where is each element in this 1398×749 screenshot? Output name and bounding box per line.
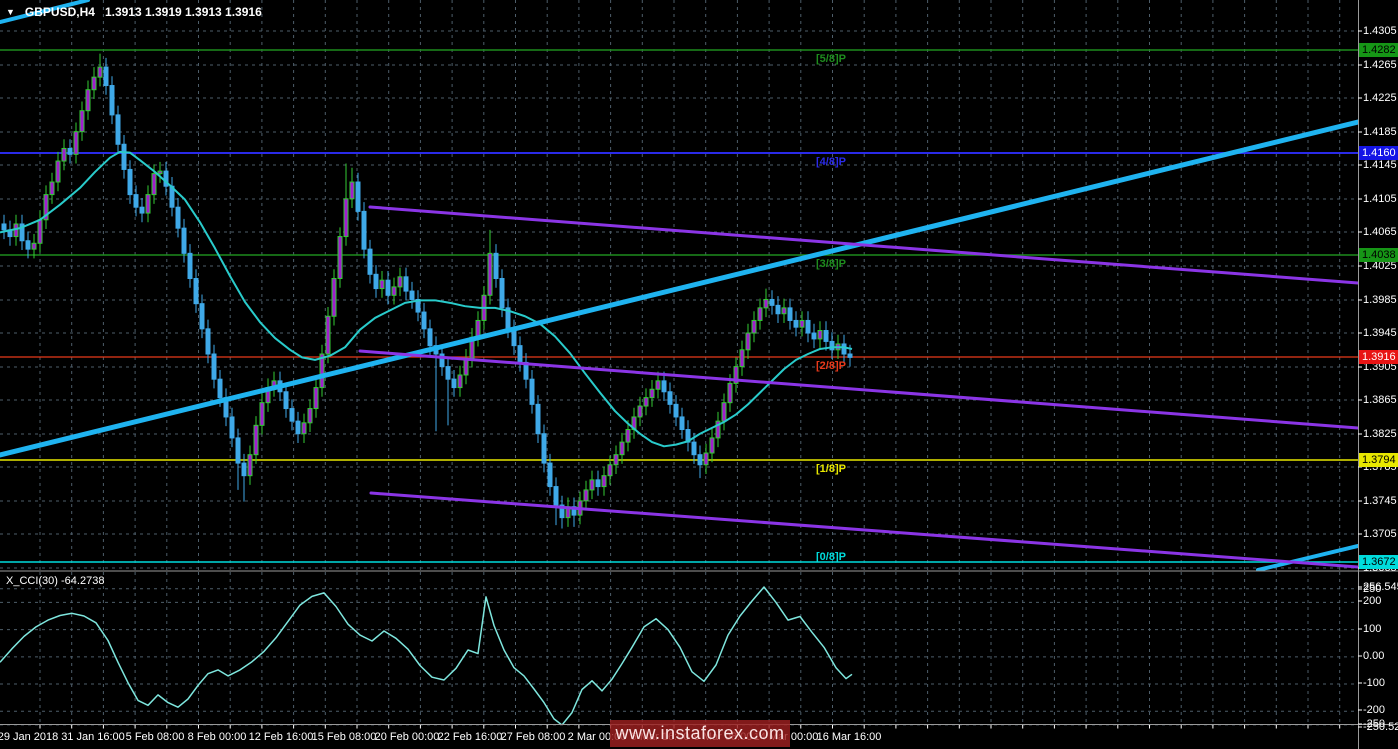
time-axis-label: 15 Feb 08:00 xyxy=(311,731,377,743)
murrey-level-label: [2/8]P xyxy=(816,360,846,372)
symbol-dropdown-icon[interactable]: ▼ xyxy=(6,7,15,17)
murrey-level-label: [4/8]P xyxy=(816,156,846,168)
price-axis-label: 1.3985 xyxy=(1363,294,1397,306)
price-level-badge: 1.4160 xyxy=(1359,146,1398,160)
watermark: www.instaforex.com xyxy=(610,720,790,747)
price-axis-label: 1.3825 xyxy=(1363,428,1397,440)
cci-axis-label: 256.545 xyxy=(1363,581,1398,593)
candles-layer xyxy=(1,53,853,529)
time-axis-label: 27 Feb 08:00 xyxy=(500,731,566,743)
price-axis-label: 1.3705 xyxy=(1363,528,1397,540)
indicator-label: X_CCI(30) -64.2738 xyxy=(6,575,105,587)
cci-axis-label: 100 xyxy=(1363,623,1382,635)
price-axis-label: 1.4305 xyxy=(1363,25,1397,37)
time-axis-label: 12 Feb 16:00 xyxy=(248,731,314,743)
cci-axis-label: -200 xyxy=(1363,704,1386,716)
price-axis-label: 1.4185 xyxy=(1363,126,1397,138)
ohlc-values: 1.3913 1.3919 1.3913 1.3916 xyxy=(104,5,262,19)
chart-title: ▼ GBPUSD,H4 1.3913 1.3919 1.3913 1.3916 xyxy=(6,5,262,19)
price-level-badge: 1.4038 xyxy=(1359,248,1398,262)
chart-canvas[interactable] xyxy=(0,0,1398,749)
murrey-level-label: [1/8]P xyxy=(816,463,846,475)
axis-ticks xyxy=(39,30,1362,729)
murrey-level-label: [5/8]P xyxy=(816,53,846,65)
cci-axis-label: 0.00 xyxy=(1363,650,1385,662)
cci-line xyxy=(0,586,853,724)
cci-axis-label: -100 xyxy=(1363,677,1386,689)
cci-axis-label: -250.521 xyxy=(1363,721,1398,733)
price-level-badge: 1.3916 xyxy=(1359,350,1398,364)
time-axis-label: 22 Feb 16:00 xyxy=(437,731,503,743)
price-axis-label: 1.4225 xyxy=(1363,92,1397,104)
time-axis-label: 16 Mar 16:00 xyxy=(816,731,882,743)
symbol-period-label: GBPUSD,H4 xyxy=(24,5,95,19)
price-level-badge: 1.3794 xyxy=(1359,453,1398,467)
watermark-text: www.instaforex.com xyxy=(615,723,785,743)
price-axis-label: 1.4265 xyxy=(1363,59,1397,71)
price-level-badge: 1.3672 xyxy=(1359,555,1398,569)
time-axis-label: 5 Feb 08:00 xyxy=(125,731,185,743)
price-axis-label: 1.3745 xyxy=(1363,495,1397,507)
grid-layer xyxy=(0,0,1358,726)
price-level-badge: 1.4282 xyxy=(1359,43,1398,57)
time-axis-label: 29 Jan 2018 xyxy=(0,731,59,743)
separators xyxy=(0,0,1398,749)
murrey-level-label: [3/8]P xyxy=(816,258,846,270)
time-axis-label: 20 Feb 00:00 xyxy=(374,731,440,743)
time-axis-label: 8 Feb 00:00 xyxy=(187,731,247,743)
price-axis-label: 1.4065 xyxy=(1363,226,1397,238)
time-axis-label: 31 Jan 16:00 xyxy=(61,731,125,743)
price-axis-label: 1.4145 xyxy=(1363,159,1397,171)
trendlines-layer xyxy=(0,0,1358,571)
price-axis-label: 1.3945 xyxy=(1363,327,1397,339)
price-axis-label: 1.4105 xyxy=(1363,193,1397,205)
murrey-level-label: [0/8]P xyxy=(816,551,846,563)
price-axis-label: 1.3865 xyxy=(1363,394,1397,406)
mt4-chart-window: ▼ GBPUSD,H4 1.3913 1.3919 1.3913 1.3916 … xyxy=(0,0,1398,749)
cci-axis-label: 200 xyxy=(1363,595,1382,607)
